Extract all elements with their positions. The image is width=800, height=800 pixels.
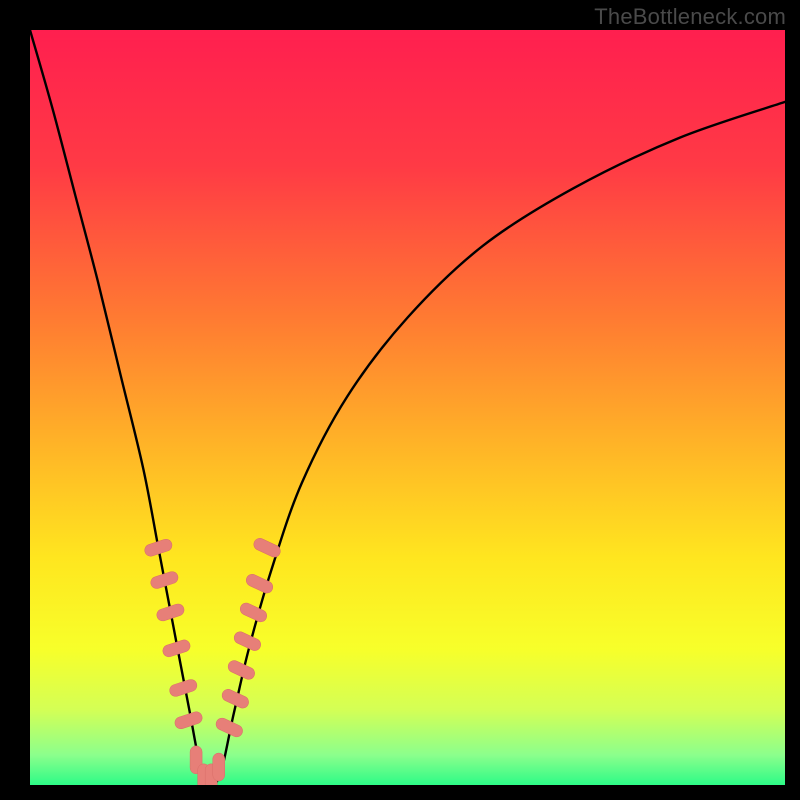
plot-area xyxy=(30,30,785,785)
curve-layer xyxy=(30,30,785,785)
marker-capsule xyxy=(173,710,203,730)
marker-capsule xyxy=(232,630,262,653)
marker-capsule xyxy=(238,601,268,624)
marker-group xyxy=(143,536,282,785)
marker-capsule xyxy=(213,753,225,781)
marker-capsule xyxy=(143,538,173,558)
watermark-text: TheBottleneck.com xyxy=(594,4,786,30)
chart-stage: TheBottleneck.com xyxy=(0,0,800,800)
marker-capsule xyxy=(252,536,282,559)
bottleneck-curve xyxy=(30,30,785,785)
